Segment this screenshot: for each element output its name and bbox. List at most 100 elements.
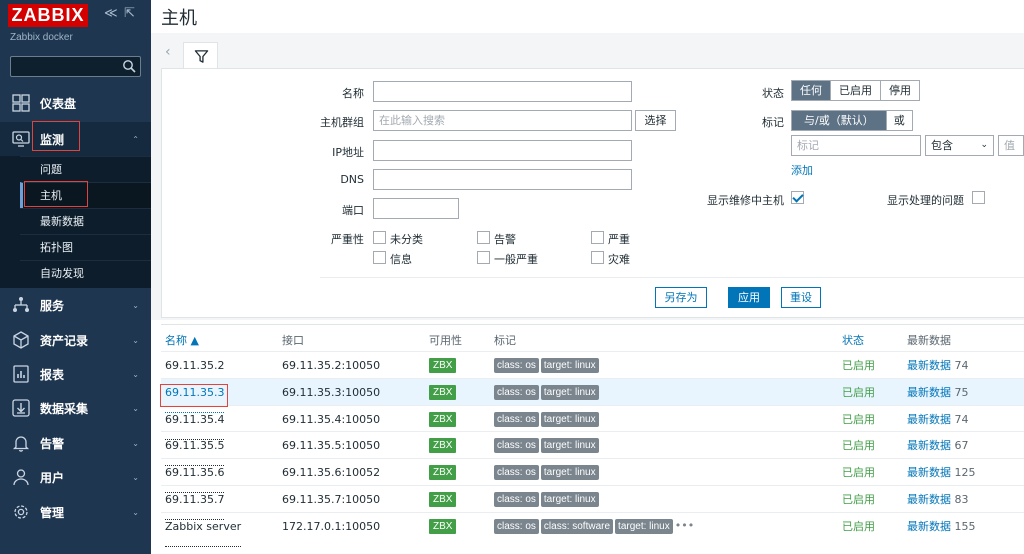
host-name-link[interactable]: Zabbix server <box>165 520 242 547</box>
zbx-availability-badge[interactable]: ZBX <box>429 438 457 453</box>
host-status[interactable]: 已启用 <box>842 513 875 540</box>
severity-warning-checkbox[interactable] <box>477 231 490 244</box>
tag-badge[interactable]: class: os <box>494 412 539 427</box>
latest-data-link[interactable]: 最新数据 <box>907 359 951 372</box>
collapse-sidebar-icon[interactable]: ≪ <box>104 6 118 21</box>
ip-input[interactable] <box>373 140 632 161</box>
show-suppressed-checkbox[interactable] <box>972 191 985 204</box>
tag-value-input[interactable] <box>998 135 1024 156</box>
tag-badge[interactable]: target: linux <box>540 385 599 400</box>
host-status[interactable]: 已启用 <box>842 459 875 486</box>
host-status[interactable]: 已启用 <box>842 406 875 433</box>
tag-op-or[interactable]: 或 <box>886 111 912 130</box>
zabbix-logo[interactable]: ZABBIX <box>8 4 88 27</box>
tag-badge[interactable]: class: os <box>494 465 539 480</box>
severity-label-4: 一般严重 <box>494 253 538 266</box>
more-tags-icon[interactable]: ••• <box>675 519 694 532</box>
nav-data-collection[interactable]: 数据采集 ⌄ <box>0 391 151 425</box>
col-header-status[interactable]: 状态 <box>842 332 864 348</box>
apply-button[interactable]: 应用 <box>728 287 770 308</box>
tag-badge[interactable]: target: linux <box>540 358 599 373</box>
host-status[interactable]: 已启用 <box>842 486 875 513</box>
latest-data-link[interactable]: 最新数据 <box>907 413 951 426</box>
filter-tab[interactable] <box>183 42 218 69</box>
submenu-maps[interactable]: 拓扑图 <box>20 234 151 260</box>
status-segmented-control[interactable]: 任何 已启用 停用 <box>791 80 920 101</box>
monitoring-icon <box>12 131 30 147</box>
zbx-availability-badge[interactable]: ZBX <box>429 492 457 507</box>
add-tag-link[interactable]: 添加 <box>791 162 813 178</box>
col-header-name[interactable]: 名称 ▲ <box>165 332 199 348</box>
nav-users[interactable]: 用户 ⌄ <box>0 460 151 494</box>
show-maintenance-checkbox[interactable] <box>791 191 804 204</box>
nav-alerts[interactable]: 告警 ⌄ <box>0 426 151 460</box>
tag-badge[interactable]: target: linux <box>540 438 599 453</box>
nav-services[interactable]: 服务 ⌄ <box>0 288 151 322</box>
port-input[interactable] <box>373 198 459 219</box>
table-row[interactable]: 69.11.35.6 69.11.35.6:10052 ZBX class: os ta… <box>161 458 1024 493</box>
tag-op-and-or[interactable]: 与/或（默认） <box>792 111 887 130</box>
host-status[interactable]: 已启用 <box>842 352 875 379</box>
status-enabled[interactable]: 已启用 <box>831 81 881 100</box>
tag-operator-select[interactable]: 包含 ⌄ <box>925 135 994 156</box>
tag-badge[interactable]: class: os <box>494 519 539 534</box>
tag-badge[interactable]: target: linux <box>540 492 599 507</box>
zbx-availability-badge[interactable]: ZBX <box>429 519 457 534</box>
sidebar-search[interactable] <box>10 56 141 77</box>
severity-not-classified-checkbox[interactable] <box>373 231 386 244</box>
zbx-availability-badge[interactable]: ZBX <box>429 385 457 400</box>
submenu-latest-data[interactable]: 最新数据 <box>20 208 151 234</box>
tag-name-input[interactable] <box>791 135 921 156</box>
name-input[interactable] <box>373 81 632 102</box>
table-row[interactable]: 69.11.35.2 69.11.35.2:10050 ZBX class: os ta… <box>161 351 1024 386</box>
host-status[interactable]: 已启用 <box>842 432 875 459</box>
table-row[interactable]: Zabbix server 172.17.0.1:10050 ZBX class: o… <box>161 512 1024 547</box>
tag-operator-segmented-control[interactable]: 与/或（默认） 或 <box>791 110 913 131</box>
latest-data-link[interactable]: 最新数据 <box>907 466 951 479</box>
severity-disaster-checkbox[interactable] <box>591 251 604 264</box>
highlight-box-hosts <box>24 181 88 207</box>
select-hostgroup-button[interactable]: 选择 <box>635 110 676 131</box>
chevron-left-icon[interactable]: ‹ <box>165 44 171 60</box>
latest-data-link[interactable]: 最新数据 <box>907 386 951 399</box>
reset-button[interactable]: 重设 <box>781 287 821 308</box>
latest-data-cell: 最新数据 67 <box>907 432 969 459</box>
zbx-availability-badge[interactable]: ZBX <box>429 412 457 427</box>
latest-data-link[interactable]: 最新数据 <box>907 439 951 452</box>
tag-badge[interactable]: class: software <box>540 519 614 534</box>
zbx-availability-badge[interactable]: ZBX <box>429 465 457 480</box>
table-row[interactable]: 69.11.35.5 69.11.35.5:10050 ZBX class: os ta… <box>161 431 1024 466</box>
severity-average-checkbox[interactable] <box>477 251 490 264</box>
status-any[interactable]: 任何 <box>792 81 831 100</box>
latest-data-cell: 最新数据 74 <box>907 352 969 379</box>
tag-badge[interactable]: class: os <box>494 492 539 507</box>
status-disabled[interactable]: 停用 <box>881 81 919 100</box>
submenu-problems[interactable]: 问题 <box>20 156 151 182</box>
table-row[interactable]: 69.11.35.7 69.11.35.7:10050 ZBX class: os ta… <box>161 485 1024 520</box>
tag-badge[interactable]: class: os <box>494 358 539 373</box>
nav-inventory[interactable]: 资产记录 ⌄ <box>0 323 151 357</box>
nav-administration[interactable]: 管理 ⌄ <box>0 495 151 529</box>
search-icon[interactable] <box>122 59 136 73</box>
tag-badge[interactable]: class: os <box>494 385 539 400</box>
table-row[interactable]: 69.11.35.3 69.11.35.3:10050 ZBX class: os ta… <box>161 378 1024 413</box>
kiosk-mode-icon[interactable]: ⇱ <box>124 6 135 21</box>
host-status[interactable]: 已启用 <box>842 379 875 406</box>
tag-badge[interactable]: class: os <box>494 438 539 453</box>
tag-badge[interactable]: target: linux <box>540 465 599 480</box>
hostgroup-input[interactable] <box>373 110 632 131</box>
zbx-availability-badge[interactable]: ZBX <box>429 358 457 373</box>
sidebar-search-input[interactable] <box>11 57 119 76</box>
tag-badge[interactable]: target: linux <box>540 412 599 427</box>
severity-information-checkbox[interactable] <box>373 251 386 264</box>
latest-data-link[interactable]: 最新数据 <box>907 493 951 506</box>
dns-input[interactable] <box>373 169 632 190</box>
table-row[interactable]: 69.11.35.4 69.11.35.4:10050 ZBX class: os ta… <box>161 405 1024 440</box>
latest-data-link[interactable]: 最新数据 <box>907 520 951 533</box>
severity-high-checkbox[interactable] <box>591 231 604 244</box>
nav-dashboard[interactable]: 仪表盘 <box>0 86 151 120</box>
save-as-button[interactable]: 另存为 <box>655 287 707 308</box>
submenu-discovery[interactable]: 自动发现 <box>20 260 151 286</box>
nav-reports[interactable]: 报表 ⌄ <box>0 357 151 391</box>
tag-badge[interactable]: target: linux <box>615 519 673 534</box>
